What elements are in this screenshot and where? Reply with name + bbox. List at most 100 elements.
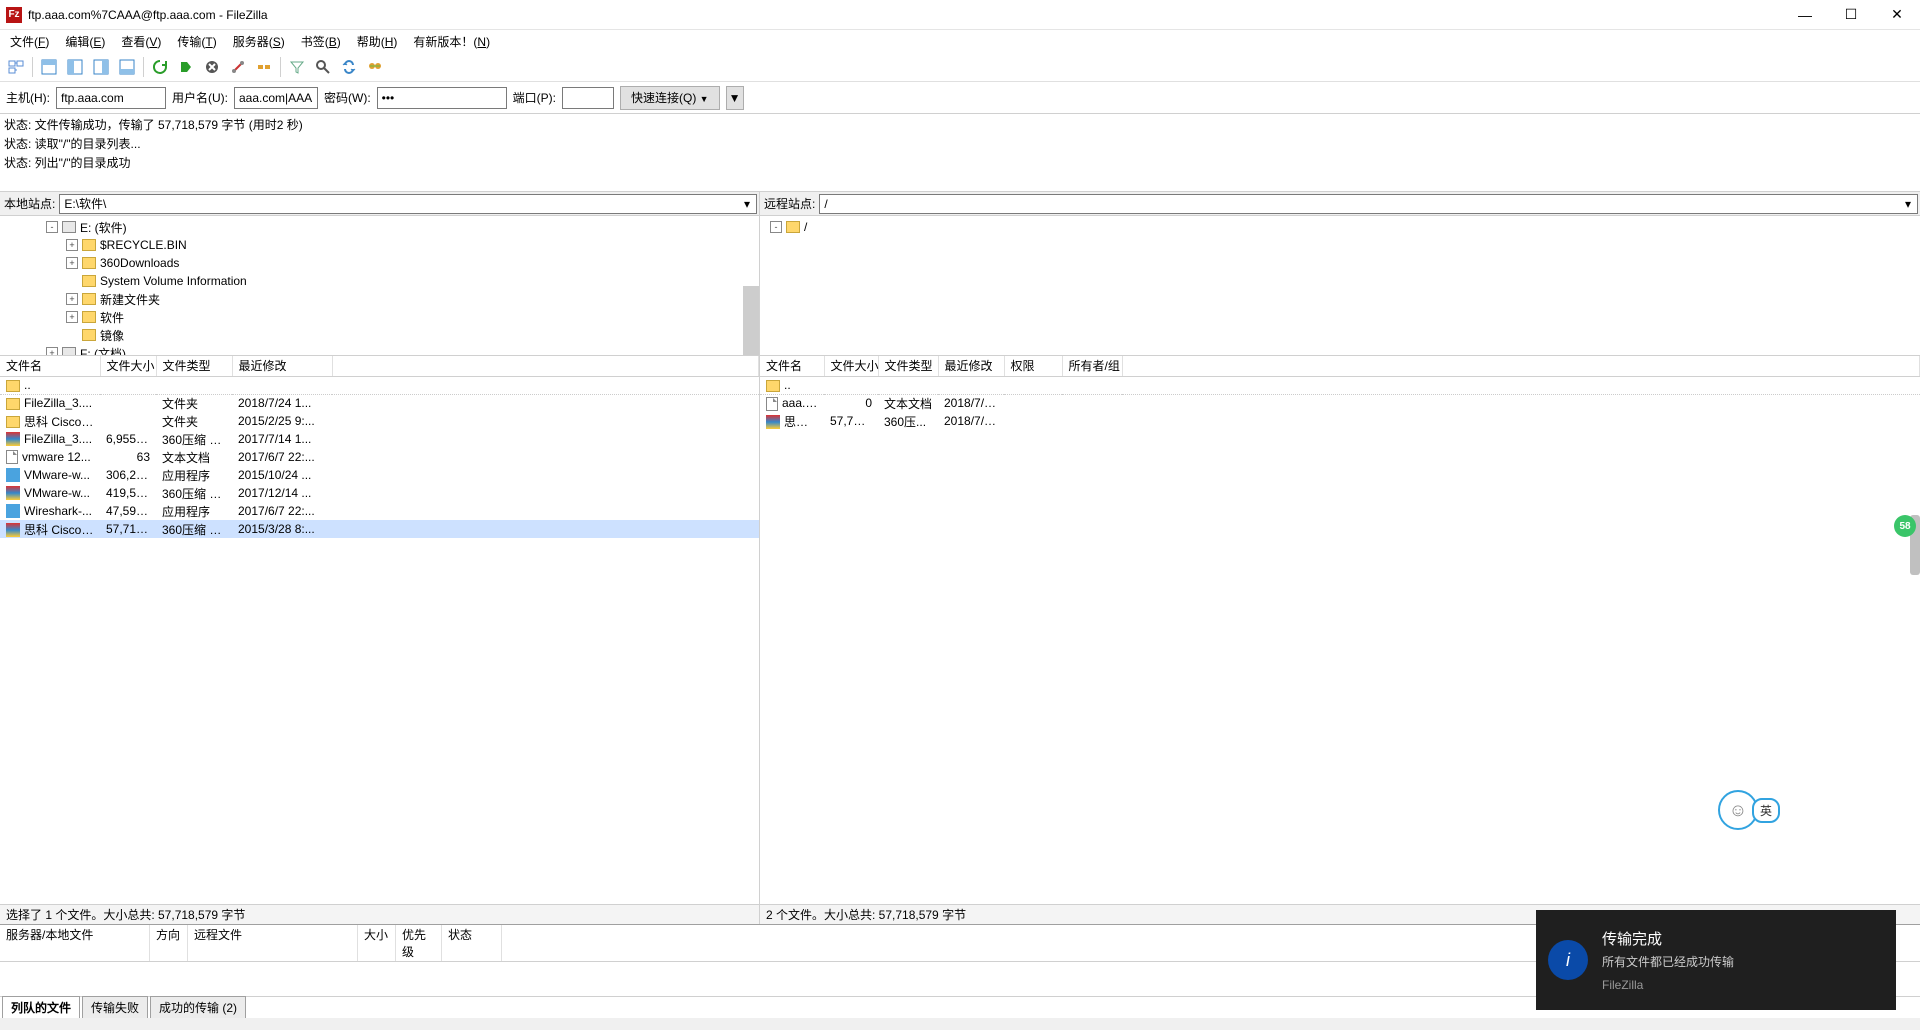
- process-queue-button[interactable]: [174, 55, 198, 79]
- tree-node[interactable]: + 软件: [2, 308, 757, 326]
- expand-icon[interactable]: +: [46, 347, 58, 356]
- search-button[interactable]: [363, 55, 387, 79]
- tree-node[interactable]: -/: [762, 218, 1918, 236]
- file-row[interactable]: VMware-w...419,53...360压缩 R...2017/12/14…: [0, 484, 759, 502]
- toast-app: FileZilla: [1602, 978, 1734, 992]
- queue-column-header[interactable]: 优先级: [396, 925, 442, 961]
- queue-column-header[interactable]: 方向: [150, 925, 188, 961]
- tree-node[interactable]: +新建文件夹: [2, 290, 757, 308]
- minimize-button[interactable]: —: [1782, 0, 1828, 30]
- file-row[interactable]: VMware-w...306,29...应用程序2015/10/24 ...: [0, 466, 759, 484]
- menu-item[interactable]: 传输(T): [171, 31, 222, 52]
- log-line: 状态: 读取"/"的目录列表...: [4, 135, 1916, 154]
- queue-tab[interactable]: 传输失败: [82, 996, 148, 1018]
- reconnect-button[interactable]: [252, 55, 276, 79]
- tree-node[interactable]: +F: (文档): [2, 344, 757, 356]
- arc-icon: [6, 486, 20, 500]
- file-row[interactable]: FileZilla_3....文件夹2018/7/24 1...: [0, 394, 759, 412]
- expand-icon[interactable]: +: [66, 293, 78, 305]
- quick-connect-bar: 主机(H): 用户名(U): 密码(W): 端口(P): 快速连接(Q) ▼ ▼: [0, 82, 1920, 114]
- column-header[interactable]: 文件名: [0, 356, 100, 376]
- scrollbar-thumb[interactable]: [743, 286, 759, 356]
- local-file-list[interactable]: 文件名文件大小文件类型最近修改..FileZilla_3....文件夹2018/…: [0, 356, 759, 904]
- spacer: [66, 275, 78, 287]
- column-header[interactable]: 最近修改: [938, 356, 1004, 376]
- file-row[interactable]: vmware 12...63文本文档2017/6/7 22:...: [0, 448, 759, 466]
- message-log[interactable]: 状态: 文件传输成功，传输了 57,718,579 字节 (用时2 秒)状态: …: [0, 114, 1920, 192]
- queue-column-header[interactable]: 远程文件: [188, 925, 358, 961]
- collapse-icon[interactable]: -: [770, 221, 782, 233]
- column-header[interactable]: 文件类型: [878, 356, 938, 376]
- queue-tab[interactable]: 列队的文件: [2, 996, 80, 1018]
- column-header[interactable]: 文件名: [760, 356, 824, 376]
- column-header[interactable]: 所有者/组: [1062, 356, 1122, 376]
- ime-indicator[interactable]: ☺ 英: [1718, 790, 1780, 830]
- column-header[interactable]: 最近修改: [232, 356, 332, 376]
- toggle-queue-button[interactable]: [115, 55, 139, 79]
- user-input[interactable]: [234, 87, 318, 109]
- quick-connect-history-button[interactable]: ▼: [726, 86, 744, 110]
- app-icon: Fz: [6, 7, 22, 23]
- site-manager-button[interactable]: [4, 55, 28, 79]
- host-input[interactable]: [56, 87, 166, 109]
- menu-item[interactable]: 书签(B): [295, 31, 347, 52]
- notification-toast[interactable]: i 传输完成 所有文件都已经成功传输 FileZilla: [1536, 910, 1896, 1010]
- tree-node[interactable]: System Volume Information: [2, 272, 757, 290]
- file-row[interactable]: ..: [760, 376, 1920, 394]
- toast-body: 所有文件都已经成功传输: [1602, 953, 1734, 970]
- quick-connect-button[interactable]: 快速连接(Q) ▼: [620, 86, 720, 110]
- file-row[interactable]: 思科 Cisco ...57,718,...360压缩 R...2015/3/2…: [0, 520, 759, 538]
- queue-column-header[interactable]: 服务器/本地文件: [0, 925, 150, 961]
- port-input[interactable]: [562, 87, 614, 109]
- expand-icon[interactable]: +: [66, 239, 78, 251]
- tree-node[interactable]: -E: (软件): [2, 218, 757, 236]
- tree-label: 软件: [100, 309, 124, 326]
- disconnect-button[interactable]: [226, 55, 250, 79]
- collapse-icon[interactable]: -: [46, 221, 58, 233]
- floating-badge[interactable]: 58: [1894, 515, 1916, 537]
- queue-column-header[interactable]: 状态: [442, 925, 502, 961]
- tree-label: 镜像: [100, 327, 124, 344]
- menu-item[interactable]: 文件(F): [4, 31, 55, 52]
- menu-item[interactable]: 服务器(S): [227, 31, 291, 52]
- tree-node[interactable]: +$RECYCLE.BIN: [2, 236, 757, 254]
- refresh-button[interactable]: [148, 55, 172, 79]
- close-button[interactable]: ✕: [1874, 0, 1920, 30]
- menu-item[interactable]: 帮助(H): [351, 31, 404, 52]
- toggle-remote-tree-button[interactable]: [89, 55, 113, 79]
- expand-icon[interactable]: +: [66, 257, 78, 269]
- maximize-button[interactable]: ☐: [1828, 0, 1874, 30]
- queue-tab[interactable]: 成功的传输 (2): [150, 996, 246, 1018]
- remote-tree[interactable]: -/: [760, 216, 1920, 356]
- file-row[interactable]: Wireshark-...47,590,...应用程序2017/6/7 22:.…: [0, 502, 759, 520]
- local-tree[interactable]: -E: (软件)+$RECYCLE.BIN+360DownloadsSystem…: [0, 216, 759, 356]
- column-header[interactable]: 权限: [1004, 356, 1062, 376]
- sync-browse-button[interactable]: [337, 55, 361, 79]
- column-header[interactable]: 文件类型: [156, 356, 232, 376]
- tree-node[interactable]: 镜像: [2, 326, 757, 344]
- log-line: 状态: 文件传输成功，传输了 57,718,579 字节 (用时2 秒): [4, 116, 1916, 135]
- file-row[interactable]: aaa.txt0文本文档2018/7/24...: [760, 394, 1920, 412]
- toggle-local-tree-button[interactable]: [63, 55, 87, 79]
- expand-icon[interactable]: +: [66, 311, 78, 323]
- toggle-log-button[interactable]: [37, 55, 61, 79]
- remote-path-combo[interactable]: /▾: [819, 194, 1918, 214]
- column-header[interactable]: 文件大小: [824, 356, 878, 376]
- file-row[interactable]: 思科 ...57,718...360压...2018/7/29...: [760, 412, 1920, 430]
- cancel-button[interactable]: [200, 55, 224, 79]
- queue-column-header[interactable]: 大小: [358, 925, 396, 961]
- file-row[interactable]: ..: [0, 376, 759, 394]
- compare-button[interactable]: [311, 55, 335, 79]
- local-pane: 本地站点: E:\软件\▾ -E: (软件)+$RECYCLE.BIN+360D…: [0, 192, 760, 924]
- column-header[interactable]: 文件大小: [100, 356, 156, 376]
- menu-item[interactable]: 有新版本！(N): [407, 31, 496, 52]
- file-row[interactable]: FileZilla_3....6,955,1...360压缩 R...2017/…: [0, 430, 759, 448]
- file-row[interactable]: 思科 Cisco ...文件夹2015/2/25 9:...: [0, 412, 759, 430]
- filter-button[interactable]: [285, 55, 309, 79]
- file-icon: [766, 397, 778, 411]
- menu-item[interactable]: 查看(V): [115, 31, 167, 52]
- local-path-combo[interactable]: E:\软件\▾: [59, 194, 757, 214]
- pass-input[interactable]: [377, 87, 507, 109]
- menu-item[interactable]: 编辑(E): [59, 31, 111, 52]
- tree-node[interactable]: +360Downloads: [2, 254, 757, 272]
